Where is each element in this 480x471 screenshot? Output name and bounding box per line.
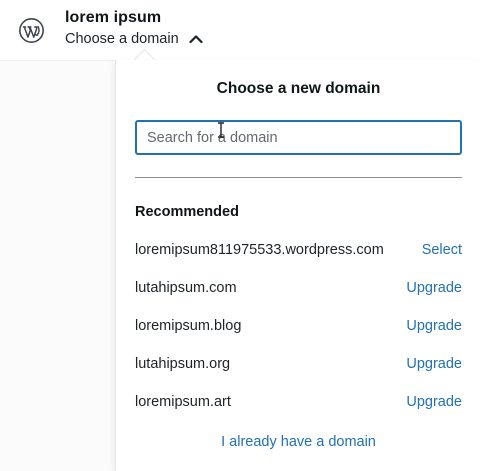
domain-row: loremipsum.blog Upgrade xyxy=(135,307,462,345)
existing-domain-link[interactable]: I already have a domain xyxy=(116,434,480,450)
upgrade-domain-button[interactable]: Upgrade xyxy=(406,394,462,410)
domain-switcher-button[interactable]: Choose a domain xyxy=(65,29,203,49)
upgrade-domain-button[interactable]: Upgrade xyxy=(406,280,462,296)
domain-row: lutahipsum.com Upgrade xyxy=(135,269,462,307)
upgrade-domain-button[interactable]: Upgrade xyxy=(406,318,462,334)
divider xyxy=(135,177,462,178)
recommended-heading: Recommended xyxy=(135,204,239,220)
select-domain-button[interactable]: Select xyxy=(422,242,462,258)
domain-row: lutahipsum.org Upgrade xyxy=(135,345,462,383)
site-title: lorem ipsum xyxy=(65,9,162,26)
domain-list: loremipsum811975533.wordpress.com Select… xyxy=(135,231,462,421)
domain-search-input[interactable] xyxy=(135,120,462,155)
chevron-up-icon xyxy=(189,35,203,44)
domain-row: loremipsum.art Upgrade xyxy=(135,383,462,421)
text-cursor-icon xyxy=(218,122,224,138)
page-background xyxy=(0,61,115,471)
wordpress-logo-icon xyxy=(19,18,44,43)
domain-name: loremipsum.blog xyxy=(135,318,242,334)
domain-row: loremipsum811975533.wordpress.com Select xyxy=(135,231,462,269)
top-bar: lorem ipsum Choose a domain xyxy=(0,0,480,61)
domain-name: lutahipsum.com xyxy=(135,280,237,296)
domain-name: loremipsum811975533.wordpress.com xyxy=(135,242,384,258)
upgrade-domain-button[interactable]: Upgrade xyxy=(406,356,462,372)
popover-title: Choose a new domain xyxy=(216,80,381,97)
domain-name: loremipsum.art xyxy=(135,394,231,410)
domain-switcher-label: Choose a domain xyxy=(65,31,179,47)
domain-name: lutahipsum.org xyxy=(135,356,231,372)
domain-popover: Choose a new domain Recommended loremips… xyxy=(115,60,480,471)
